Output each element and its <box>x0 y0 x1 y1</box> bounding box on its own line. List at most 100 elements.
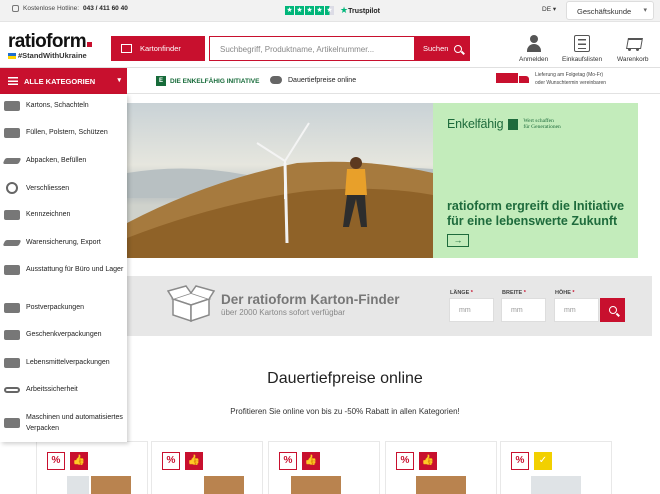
enkelfaehig-label: DIE ENKELFÄHIG INITIATIVE <box>170 77 260 85</box>
list-icon <box>574 35 591 52</box>
site-header: ratioform #StandWithUkraine Kartonfinder… <box>0 22 660 68</box>
product-image <box>291 476 341 494</box>
user-icon <box>526 35 542 52</box>
category-item-geschenkverpackungen[interactable]: Geschenkverpackungen <box>0 329 127 340</box>
login-link[interactable]: Anmelden <box>519 35 548 63</box>
enkelfaehig-banner[interactable]: Enkelfähig Wert schaffen für Generatione… <box>433 103 638 258</box>
category-label: Postverpackungen <box>26 304 84 311</box>
trustpilot-rating[interactable]: ★ ★ ★ ★ ★ ★Trustpilot <box>285 5 380 16</box>
trustpilot-logo: ★Trustpilot <box>340 5 380 15</box>
all-categories-button[interactable]: ALLE KATEGORIEN ▾ <box>0 68 127 94</box>
product-card[interactable]: % 👍 <box>385 441 497 494</box>
cart-label: Warenkorb <box>617 56 649 63</box>
trustpilot-stars: ★ ★ ★ ★ ★ <box>285 6 334 15</box>
hero-headline: ratioform ergreift die Initiative für ei… <box>447 199 625 228</box>
category-item-kennzeichnen[interactable]: Kennzeichnen <box>0 209 127 220</box>
star-icon: ★ <box>285 6 294 15</box>
category-label: Abpacken, Befüllen <box>26 157 87 164</box>
hotline[interactable]: Kostenlose Hotline: 043 / 411 60 40 <box>12 5 128 12</box>
hotline-label: Kostenlose Hotline: <box>23 5 80 12</box>
food-icon <box>4 357 20 368</box>
category-label: Kartons, Schachteln <box>26 102 89 109</box>
office-icon <box>4 264 20 275</box>
category-label: Verschliessen <box>26 184 70 192</box>
finder-title: Der ratioform Karton-Finder <box>221 292 400 307</box>
category-label: Ausstattung für Büro und Lager <box>26 266 124 273</box>
customer-type-select[interactable]: Geschäftskunde ▾ <box>566 1 654 20</box>
language-selector[interactable]: DE ▾ <box>542 5 556 13</box>
category-item-postverpackungen[interactable]: Postverpackungen <box>0 302 127 313</box>
nav-bar: ALLE KATEGORIEN ▾ E DIE ENKELFÄHIG INITI… <box>0 68 660 94</box>
category-menu: Kartons, Schachteln Füllen, Polstern, Sc… <box>0 94 127 442</box>
category-item-fuellen[interactable]: Füllen, Polstern, Schützen <box>0 127 127 138</box>
star-half-icon: ★ <box>325 6 334 15</box>
cart-icon <box>625 35 641 52</box>
thumbs-up-icon: 👍 <box>419 452 437 470</box>
product-card[interactable]: % 👍 <box>36 441 148 494</box>
enkelfaehig-mark-icon <box>508 118 519 130</box>
category-item-maschinen[interactable]: Maschinen und automatisiertes Verpacken <box>0 412 127 434</box>
dauertiefpreise-link[interactable]: Dauertiefpreise online <box>270 76 356 84</box>
shopping-lists-link[interactable]: Einkaufslisten <box>562 35 602 63</box>
hotline-number[interactable]: 043 / 411 60 40 <box>83 5 128 12</box>
tape-icon <box>6 182 18 194</box>
check-badge-icon: ✓ <box>534 452 552 470</box>
cart-link[interactable]: Warenkorb <box>617 35 649 63</box>
star-icon: ★ <box>295 6 304 15</box>
kartonfinder-label: Kartonfinder <box>140 44 181 53</box>
percent-badge: % <box>279 452 297 470</box>
box-icon <box>167 285 215 323</box>
category-item-abpacken[interactable]: Abpacken, Befüllen <box>0 155 127 166</box>
width-input[interactable]: mm <box>501 298 546 322</box>
gift-icon <box>4 329 20 340</box>
strap-icon <box>2 239 22 246</box>
delivery-line-2: oder Wunschtermin vereinbaren <box>535 80 607 86</box>
percent-badge: % <box>396 452 414 470</box>
category-label: Geschenkverpackungen <box>26 331 102 338</box>
product-card[interactable]: % 👍 <box>151 441 263 494</box>
arrow-right-icon[interactable]: → <box>447 234 469 247</box>
category-item-verschliessen[interactable]: Verschliessen <box>0 182 127 194</box>
category-item-kartons[interactable]: Kartons, Schachteln <box>0 100 127 111</box>
finder-search-button[interactable] <box>600 298 625 322</box>
customer-type-value: Geschäftskunde <box>577 7 632 16</box>
tagline-line-2: für Generationen <box>523 124 561 130</box>
hand-icon <box>270 76 282 84</box>
category-item-lebensmittel[interactable]: Lebensmittelverpackungen <box>0 357 127 368</box>
search-button[interactable]: Suchen <box>415 36 470 61</box>
search-input[interactable]: Suchbegriff, Produktname, Artikelnummer.… <box>209 36 415 61</box>
product-card[interactable]: % ✓ <box>500 441 612 494</box>
category-label: Lebensmittelverpackungen <box>26 359 110 366</box>
box-icon <box>4 100 20 111</box>
logo[interactable]: ratioform #StandWithUkraine <box>8 32 92 60</box>
truck-icon <box>496 72 530 86</box>
product-image <box>204 476 244 494</box>
enkelfaehig-link[interactable]: E DIE ENKELFÄHIG INITIATIVE <box>156 76 259 86</box>
percent-badge: % <box>511 452 529 470</box>
category-label: Kennzeichnen <box>26 211 71 218</box>
ukraine-flag-icon <box>8 52 16 59</box>
karton-finder: Der ratioform Karton-Finder über 2000 Ka… <box>127 276 652 336</box>
hero-image[interactable] <box>127 103 433 258</box>
label-icon <box>4 209 20 220</box>
kartonfinder-button[interactable]: Kartonfinder <box>111 36 205 61</box>
chevron-down-icon: ▾ <box>643 7 647 14</box>
enkelfaehig-wordmark: Enkelfähig <box>447 117 504 131</box>
delivery-info: Lieferung am Folgetag (Mo-Fr) oder Wunsc… <box>496 71 606 87</box>
padding-icon <box>4 127 20 138</box>
length-label: LÄNGE * <box>450 290 473 296</box>
bag-icon <box>2 157 22 164</box>
category-item-ausstattung[interactable]: Ausstattung für Büro und Lager <box>0 264 127 275</box>
category-label: Maschinen und automatisiertes Verpacken <box>26 414 123 432</box>
percent-badge: % <box>162 452 180 470</box>
length-input[interactable]: mm <box>449 298 494 322</box>
category-item-arbeitssicherheit[interactable]: Arbeitssicherheit <box>0 384 127 395</box>
height-input[interactable]: mm <box>554 298 599 322</box>
category-item-warensicherung[interactable]: Warensicherung, Export <box>0 237 127 248</box>
product-card[interactable]: % 👍 <box>268 441 380 494</box>
thumbs-up-icon: 👍 <box>70 452 88 470</box>
shopping-lists-label: Einkaufslisten <box>562 56 603 63</box>
glasses-icon <box>4 386 20 393</box>
star-icon: ★ <box>305 6 314 15</box>
product-image <box>531 476 581 494</box>
